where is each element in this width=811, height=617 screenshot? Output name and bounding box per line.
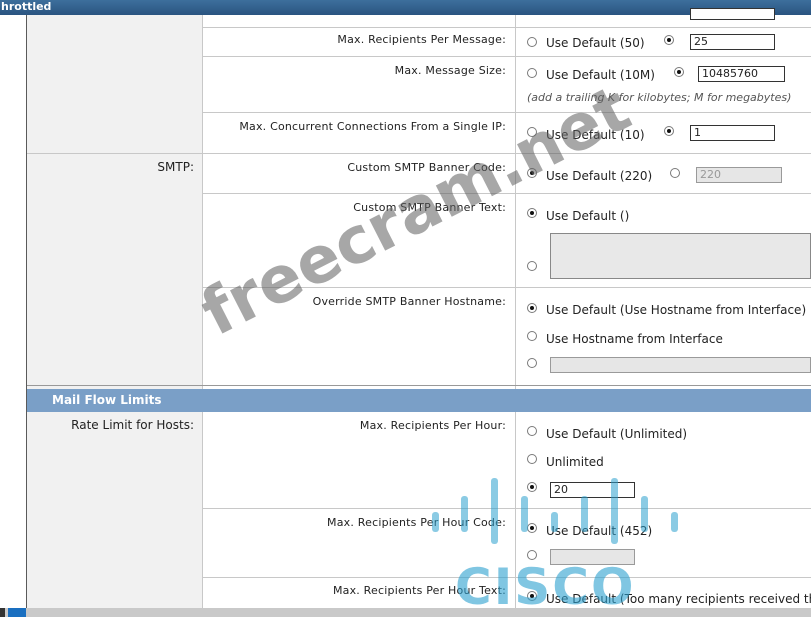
banner-text-default-label: Use Default ()	[546, 209, 630, 223]
recipients-hour-default-label: Use Default (Unlimited)	[546, 427, 688, 441]
rate-limit-hosts-label: Rate Limit for Hosts:	[71, 418, 194, 432]
window-title: hrottled	[1, 0, 52, 13]
horizontal-scrollbar[interactable]	[0, 608, 811, 617]
max-connections-custom-radio[interactable]	[664, 126, 674, 136]
max-message-size-input[interactable]: 10485760	[698, 66, 785, 82]
banner-hostname-interface-label: Use Hostname from Interface	[546, 332, 723, 346]
max-recipients-default-label: Use Default (50)	[546, 36, 645, 50]
max-concurrent-connections-label: Max. Concurrent Connections From a Singl…	[239, 120, 506, 133]
cisco-logo-text: CISCO	[455, 558, 636, 616]
banner-hostname-input[interactable]	[550, 357, 811, 373]
banner-hostname-interface-radio[interactable]	[527, 331, 537, 341]
max-connections-input[interactable]: 1	[690, 125, 775, 141]
banner-hostname-default-label: Use Default (Use Hostname from Interface…	[546, 303, 807, 317]
max-recipients-per-hour-code-label: Max. Recipients Per Hour Code:	[327, 516, 506, 529]
banner-text-custom-radio[interactable]	[527, 261, 537, 271]
banner-code-input[interactable]: 220	[696, 167, 782, 183]
max-recipients-custom-radio[interactable]	[664, 35, 674, 45]
recipients-hour-default-radio[interactable]	[527, 426, 537, 436]
banner-text-default-radio[interactable]	[527, 208, 537, 218]
max-recipients-default-radio[interactable]	[527, 37, 537, 47]
max-recipients-per-hour-label: Max. Recipients Per Hour:	[359, 419, 506, 432]
recipients-hour-custom-radio[interactable]	[527, 482, 537, 492]
left-scroll-strip	[0, 15, 27, 608]
banner-code-custom-radio[interactable]	[670, 168, 680, 178]
recipients-hour-unlimited-label: Unlimited	[546, 455, 604, 469]
max-recipients-input[interactable]: 25	[690, 34, 775, 50]
mfl-label-column	[27, 412, 203, 608]
banner-hostname-custom-radio[interactable]	[527, 358, 537, 368]
taskbar-icon	[8, 608, 26, 617]
label-column	[27, 15, 203, 389]
recipients-hour-code-default-label: Use Default (452)	[546, 524, 653, 538]
smtp-group-label: SMTP:	[157, 160, 194, 174]
max-message-size-label: Max. Message Size:	[394, 64, 506, 77]
smtp-banner-hostname-label: Override SMTP Banner Hostname:	[312, 295, 506, 308]
partial-input-top[interactable]	[690, 8, 775, 20]
recipients-hour-unlimited-radio[interactable]	[527, 454, 537, 464]
recipients-hour-input[interactable]: 20	[550, 482, 635, 498]
max-recipients-per-message-label: Max. Recipients Per Message:	[337, 33, 506, 46]
max-message-size-default-radio[interactable]	[527, 68, 537, 78]
banner-text-textarea[interactable]	[550, 233, 811, 279]
mail-flow-limits-header: Mail Flow Limits	[27, 389, 811, 412]
banner-hostname-default-radio[interactable]	[527, 303, 537, 313]
max-message-size-custom-radio[interactable]	[674, 67, 684, 77]
mail-flow-limits-title: Mail Flow Limits	[52, 393, 162, 407]
recipients-hour-code-default-radio[interactable]	[527, 523, 537, 533]
